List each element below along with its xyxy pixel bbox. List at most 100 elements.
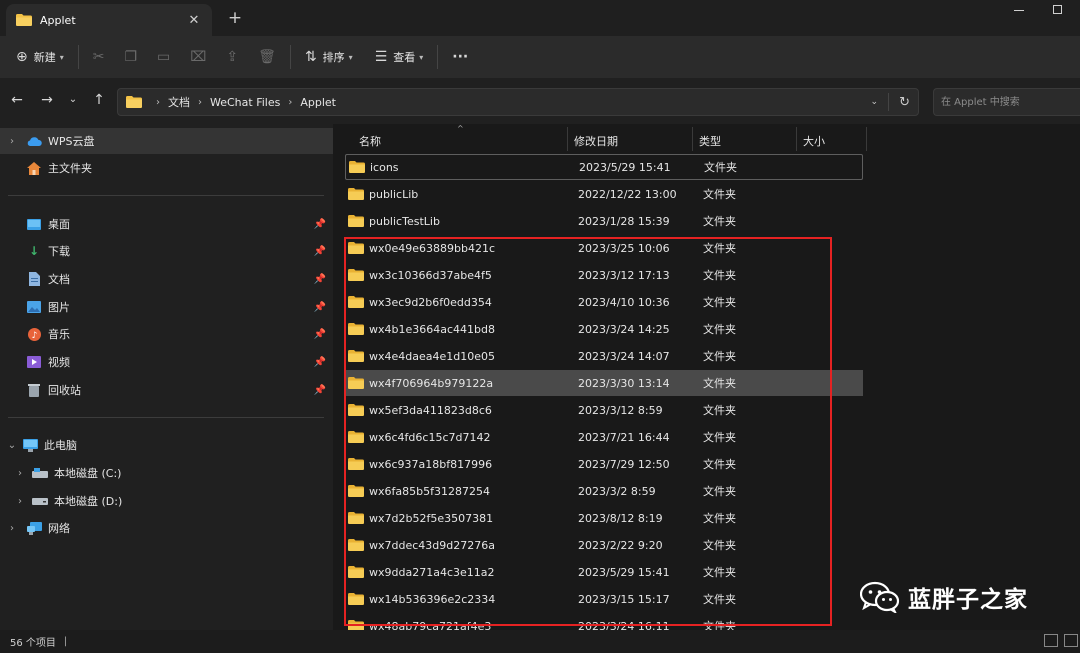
sort-button-label: 排序 xyxy=(322,51,345,64)
file-row[interactable]: wx4f706964b979122a 2023/3/30 13:14 文件夹 xyxy=(345,370,863,396)
view-button[interactable]: ☰ 查看 ▾ xyxy=(369,42,430,72)
breadcrumb-applet[interactable]: Applet xyxy=(300,96,336,109)
sidebar-item-home[interactable]: 主文件夹 xyxy=(0,155,333,181)
sidebar-item-network[interactable]: › 网络 xyxy=(0,515,333,541)
pin-icon[interactable]: 📌 xyxy=(313,302,327,313)
expand-chevron-icon[interactable]: › xyxy=(4,523,20,534)
pin-icon[interactable]: 📌 xyxy=(313,219,327,230)
sidebar-item-music[interactable]: ♪ 音乐 📌 xyxy=(0,321,333,347)
file-row[interactable]: wx3ec9d2b6f0edd354 2023/4/10 10:36 文件夹 xyxy=(345,289,863,315)
file-name: wx48ab79ca721af4e3 xyxy=(369,619,492,631)
maximize-button[interactable] xyxy=(1053,5,1062,14)
file-row[interactable]: publicLib 2022/12/22 13:00 文件夹 xyxy=(345,181,863,207)
forward-arrow-icon[interactable]: → xyxy=(38,92,56,108)
file-row[interactable]: wx4e4daea4e1d10e05 2023/3/24 14:07 文件夹 xyxy=(345,343,863,369)
file-row[interactable]: wx9dda271a4c3e11a2 2023/5/29 15:41 文件夹 xyxy=(345,559,863,585)
file-type: 文件夹 xyxy=(703,593,736,606)
minimize-button[interactable] xyxy=(1014,10,1024,11)
file-row[interactable]: wx0e49e63889bb421c 2023/3/25 10:06 文件夹 xyxy=(345,235,863,261)
file-type: 文件夹 xyxy=(703,269,736,282)
address-bar[interactable]: › 文档 › WeChat Files › Applet ⌄ ↻ xyxy=(117,88,919,116)
share-button[interactable]: ⇪ xyxy=(220,42,244,72)
sidebar-item-wps-cloud[interactable]: › WPS云盘 xyxy=(0,128,333,154)
expand-chevron-icon[interactable]: › xyxy=(4,136,20,147)
cut-button[interactable]: ✂ xyxy=(87,42,111,72)
copy-button[interactable]: ❐ xyxy=(118,42,143,72)
back-arrow-icon[interactable]: ← xyxy=(8,92,26,108)
file-row[interactable]: wx3c10366d37abe4f5 2023/3/12 17:13 文件夹 xyxy=(345,262,863,288)
search-input[interactable] xyxy=(933,88,1080,116)
sidebar-item-drive-d[interactable]: › 本地磁盘 (D:) xyxy=(0,488,333,514)
close-tab-icon[interactable]: ✕ xyxy=(186,13,202,28)
file-row[interactable]: wx7ddec43d9d27276a 2023/2/22 9:20 文件夹 xyxy=(345,532,863,558)
thumbnail-view-toggle[interactable] xyxy=(1064,634,1078,647)
tab-applet[interactable]: Applet ✕ xyxy=(6,4,212,36)
expand-chevron-icon[interactable]: › xyxy=(12,468,28,479)
more-options-button[interactable]: ··· xyxy=(446,42,474,72)
toolbar-divider xyxy=(77,45,79,69)
sidebar-item-documents[interactable]: 文档 📌 xyxy=(0,266,333,292)
recent-locations-chevron-icon[interactable]: ⌄ xyxy=(64,94,82,105)
file-name: wx0e49e63889bb421c xyxy=(369,241,496,255)
file-type: 文件夹 xyxy=(703,296,736,309)
refresh-icon[interactable]: ↻ xyxy=(899,95,910,110)
file-type: 文件夹 xyxy=(703,215,736,228)
file-row[interactable]: wx6fa85b5f31287254 2023/3/2 8:59 文件夹 xyxy=(345,478,863,504)
breadcrumb-wechat-files[interactable]: WeChat Files xyxy=(210,96,280,109)
file-row[interactable]: icons 2023/5/29 15:41 文件夹 xyxy=(345,154,863,180)
file-name: wx3c10366d37abe4f5 xyxy=(369,268,492,282)
title-bar: Applet ✕ + xyxy=(0,0,1080,36)
file-row[interactable]: wx4b1e3664ac441bd8 2023/3/24 14:25 文件夹 xyxy=(345,316,863,342)
file-row[interactable]: wx6c4fd6c15c7d7142 2023/7/21 16:44 文件夹 xyxy=(345,424,863,450)
expanded-chevron-icon[interactable]: ⌄ xyxy=(4,440,20,451)
file-row[interactable]: wx14b536396e2c2334 2023/3/15 15:17 文件夹 xyxy=(345,586,863,612)
sidebar-item-downloads[interactable]: ↓ 下载 📌 xyxy=(0,238,333,264)
sidebar-item-this-pc[interactable]: ⌄ 此电脑 xyxy=(0,432,333,458)
delete-button[interactable]: 🗑 xyxy=(252,42,282,72)
file-name: publicTestLib xyxy=(369,214,440,228)
column-divider[interactable] xyxy=(692,127,693,151)
details-view-toggle[interactable] xyxy=(1044,634,1058,647)
file-row[interactable]: wx6c937a18bf817996 2023/7/29 12:50 文件夹 xyxy=(345,451,863,477)
plus-circle-icon: ⊕ xyxy=(16,49,28,65)
file-row[interactable]: wx7d2b52f5e3507381 2023/8/12 8:19 文件夹 xyxy=(345,505,863,531)
wechat-logo-icon xyxy=(860,581,900,613)
pin-icon[interactable]: 📌 xyxy=(313,329,327,340)
address-history-chevron-icon[interactable]: ⌄ xyxy=(871,97,879,107)
sort-button[interactable]: ⇅ 排序 ▾ xyxy=(299,42,359,72)
file-row[interactable]: publicTestLib 2023/1/28 15:39 文件夹 xyxy=(345,208,863,234)
home-icon xyxy=(26,160,42,176)
sidebar-item-pictures[interactable]: 图片 📌 xyxy=(0,294,333,320)
nav-divider xyxy=(8,417,324,418)
file-type: 文件夹 xyxy=(703,350,736,363)
column-divider[interactable] xyxy=(796,127,797,151)
pin-icon[interactable]: 📌 xyxy=(313,385,327,396)
pin-icon[interactable]: 📌 xyxy=(313,246,327,257)
column-header-row: ^ 名称 修改日期 类型 大小 xyxy=(333,124,1080,154)
column-header-type[interactable]: 类型 xyxy=(699,133,721,149)
new-button[interactable]: ⊕ 新建 ▾ xyxy=(10,42,70,72)
file-row[interactable]: wx48ab79ca721af4e3 2023/3/24 16:11 文件夹 xyxy=(345,613,863,630)
column-header-name[interactable]: 名称 xyxy=(359,133,381,149)
sidebar-item-drive-c[interactable]: › 本地磁盘 (C:) xyxy=(0,460,333,486)
column-header-size[interactable]: 大小 xyxy=(803,133,825,149)
status-bar: 56 个项目 | xyxy=(0,630,1080,653)
sidebar-item-recycle-bin[interactable]: 回收站 📌 xyxy=(0,377,333,403)
pin-icon[interactable]: 📌 xyxy=(313,274,327,285)
sidebar-item-videos[interactable]: 视频 📌 xyxy=(0,349,333,375)
expand-chevron-icon[interactable]: › xyxy=(12,496,28,507)
column-divider[interactable] xyxy=(567,127,568,151)
new-tab-button[interactable]: + xyxy=(226,8,244,28)
column-divider[interactable] xyxy=(866,127,867,151)
rename-button[interactable]: ⌧ xyxy=(184,42,212,72)
breadcrumb-documents[interactable]: 文档 xyxy=(168,94,190,110)
sidebar-item-desktop[interactable]: 桌面 📌 xyxy=(0,211,333,237)
up-arrow-icon[interactable]: ↑ xyxy=(90,92,108,108)
folder-icon xyxy=(348,296,364,308)
paste-button[interactable]: ▭ xyxy=(151,42,176,72)
column-header-date[interactable]: 修改日期 xyxy=(574,133,618,149)
file-type: 文件夹 xyxy=(703,539,736,552)
file-row[interactable]: wx5ef3da411823d8c6 2023/3/12 8:59 文件夹 xyxy=(345,397,863,423)
file-type: 文件夹 xyxy=(703,431,736,444)
pin-icon[interactable]: 📌 xyxy=(313,357,327,368)
